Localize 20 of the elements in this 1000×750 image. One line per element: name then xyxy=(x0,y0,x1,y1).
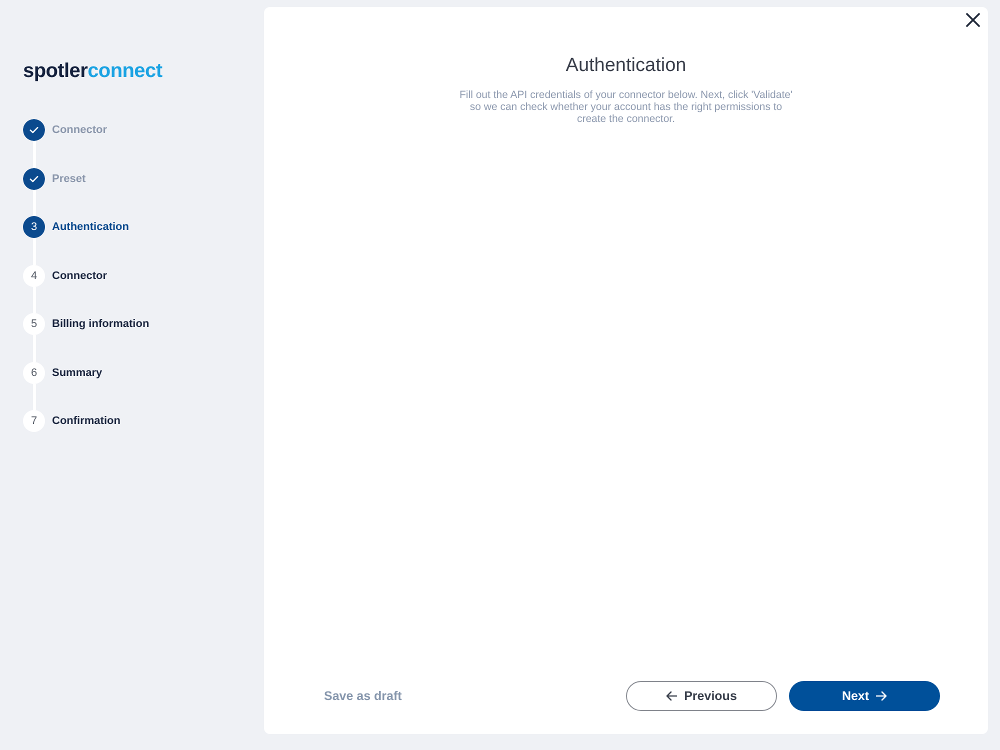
step-label: Summary xyxy=(52,366,102,380)
previous-button[interactable]: Previous xyxy=(626,681,777,711)
step-label: Confirmation xyxy=(52,414,120,429)
close-icon[interactable] xyxy=(966,13,980,27)
logo: spotlerconnect xyxy=(23,61,162,81)
step-label: Connector xyxy=(52,123,107,138)
arrow-right-icon xyxy=(876,691,888,701)
step-number: 7 xyxy=(23,410,45,432)
panel-description: Fill out the API credentials of your connector below. Next, click 'Validate' so we can check whether your account has the right permissions to create the connector. xyxy=(458,89,794,125)
step-number: 4 xyxy=(23,264,45,286)
step-label: Billing information xyxy=(52,317,150,332)
step-number: 3 xyxy=(23,216,45,238)
step-label: Connector xyxy=(52,268,107,284)
step-label: Authentication xyxy=(52,220,129,235)
step-number: 6 xyxy=(23,362,45,384)
next-button[interactable]: Next xyxy=(789,681,940,711)
step-number: 5 xyxy=(23,313,45,335)
step-label: Preset xyxy=(52,172,86,186)
arrow-left-icon xyxy=(666,691,678,701)
panel-title: Authentication xyxy=(566,54,686,78)
